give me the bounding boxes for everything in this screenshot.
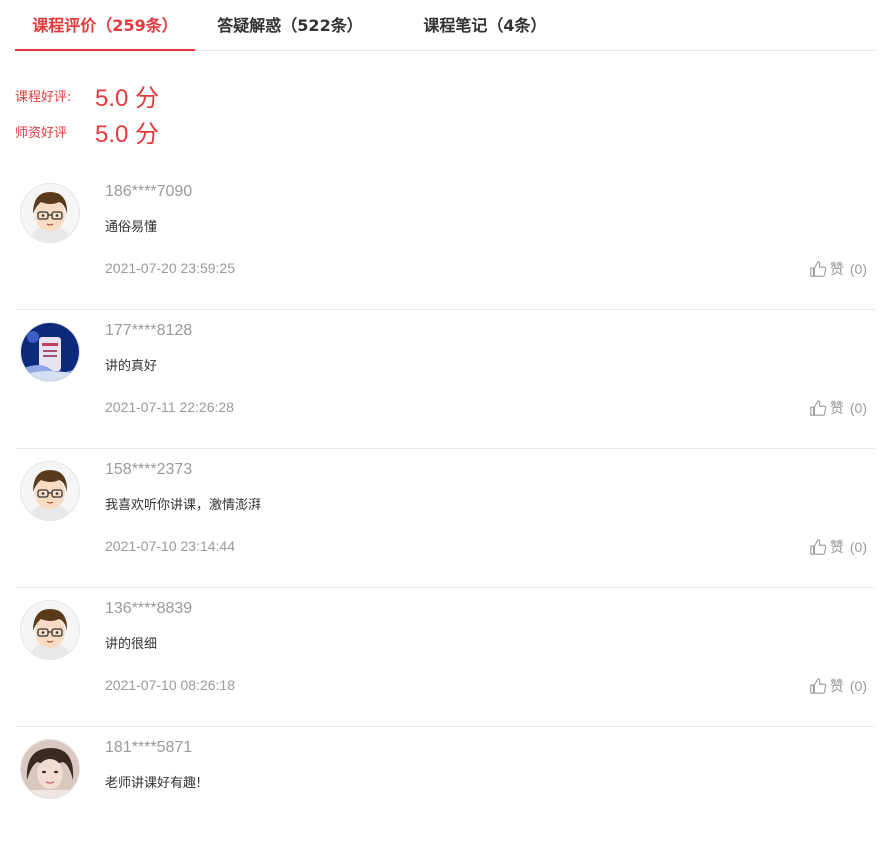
- like-button[interactable]: 赞 (0): [809, 676, 867, 696]
- review-timestamp: 2021-07-10 23:14:44: [105, 538, 235, 554]
- review-content: 老师讲课好有趣!: [105, 776, 202, 791]
- like-count: (0): [849, 400, 867, 416]
- like-count: (0): [849, 539, 867, 555]
- review-item: 136****8839 讲的很细 2021-07-10 08:26:18 赞 (…: [15, 588, 875, 727]
- review-content: 通俗易懂: [105, 220, 158, 235]
- review-item: 181****5871 老师讲课好有趣!: [15, 727, 875, 865]
- review-content: 我喜欢听你讲课，激情澎湃: [105, 498, 262, 513]
- course-rating-value: 5.0 分: [95, 85, 160, 112]
- review-item: 177****8128 讲的真好 2021-07-11 22:26:28 赞 (…: [15, 310, 875, 449]
- review-timestamp: 2021-07-10 08:26:18: [105, 677, 235, 693]
- review-username: 136****8839: [105, 600, 193, 617]
- review-item: 186****7090 通俗易懂 2021-07-20 23:59:25 赞 (…: [15, 171, 875, 310]
- review-content: 讲的很细: [105, 637, 158, 652]
- tab-course-reviews[interactable]: 课程评价（259条）: [15, 0, 195, 51]
- like-count: (0): [849, 678, 867, 694]
- course-rating-label: 课程好评:: [15, 90, 72, 105]
- review-item: 158****2373 我喜欢听你讲课，激情澎湃 2021-07-10 23:1…: [15, 449, 875, 588]
- avatar: [20, 600, 80, 660]
- photo-girl-avatar-icon: [21, 740, 79, 798]
- like-label: 赞: [829, 401, 844, 417]
- tab-qa[interactable]: 答疑解惑（522条）: [210, 0, 370, 50]
- cartoon-boy-avatar-icon: [21, 601, 79, 659]
- scenery-avatar-icon: [21, 323, 79, 381]
- review-username: 186****7090: [105, 183, 193, 200]
- review-username: 158****2373: [105, 461, 193, 478]
- like-label: 赞: [829, 679, 844, 695]
- thumbs-up-icon: [810, 678, 827, 694]
- thumbs-up-icon: [810, 539, 827, 555]
- avatar: [20, 183, 80, 243]
- review-content: 讲的真好: [105, 359, 158, 374]
- like-label: 赞: [829, 540, 844, 556]
- review-timestamp: 2021-07-11 22:26:28: [105, 399, 234, 415]
- review-username: 181****5871: [105, 739, 193, 756]
- thumbs-up-icon: [810, 261, 827, 277]
- review-username: 177****8128: [105, 322, 193, 339]
- avatar: [20, 322, 80, 382]
- like-button[interactable]: 赞 (0): [809, 398, 867, 418]
- cartoon-boy-avatar-icon: [21, 184, 79, 242]
- like-button[interactable]: 赞 (0): [809, 259, 867, 279]
- avatar: [20, 739, 80, 799]
- like-count: (0): [849, 261, 867, 277]
- cartoon-boy-avatar-icon: [21, 462, 79, 520]
- tab-course-notes[interactable]: 课程笔记（4条）: [410, 0, 560, 50]
- review-timestamp: 2021-07-20 23:59:25: [105, 260, 235, 276]
- teacher-rating-value: 5.0 分: [95, 121, 160, 148]
- tab-bar: 课程评价（259条） 答疑解惑（522条） 课程笔记（4条）: [15, 0, 875, 51]
- teacher-rating-label: 师资好评: [15, 126, 68, 141]
- avatar: [20, 461, 80, 521]
- like-button[interactable]: 赞 (0): [809, 537, 867, 557]
- like-label: 赞: [829, 262, 844, 278]
- thumbs-up-icon: [810, 400, 827, 416]
